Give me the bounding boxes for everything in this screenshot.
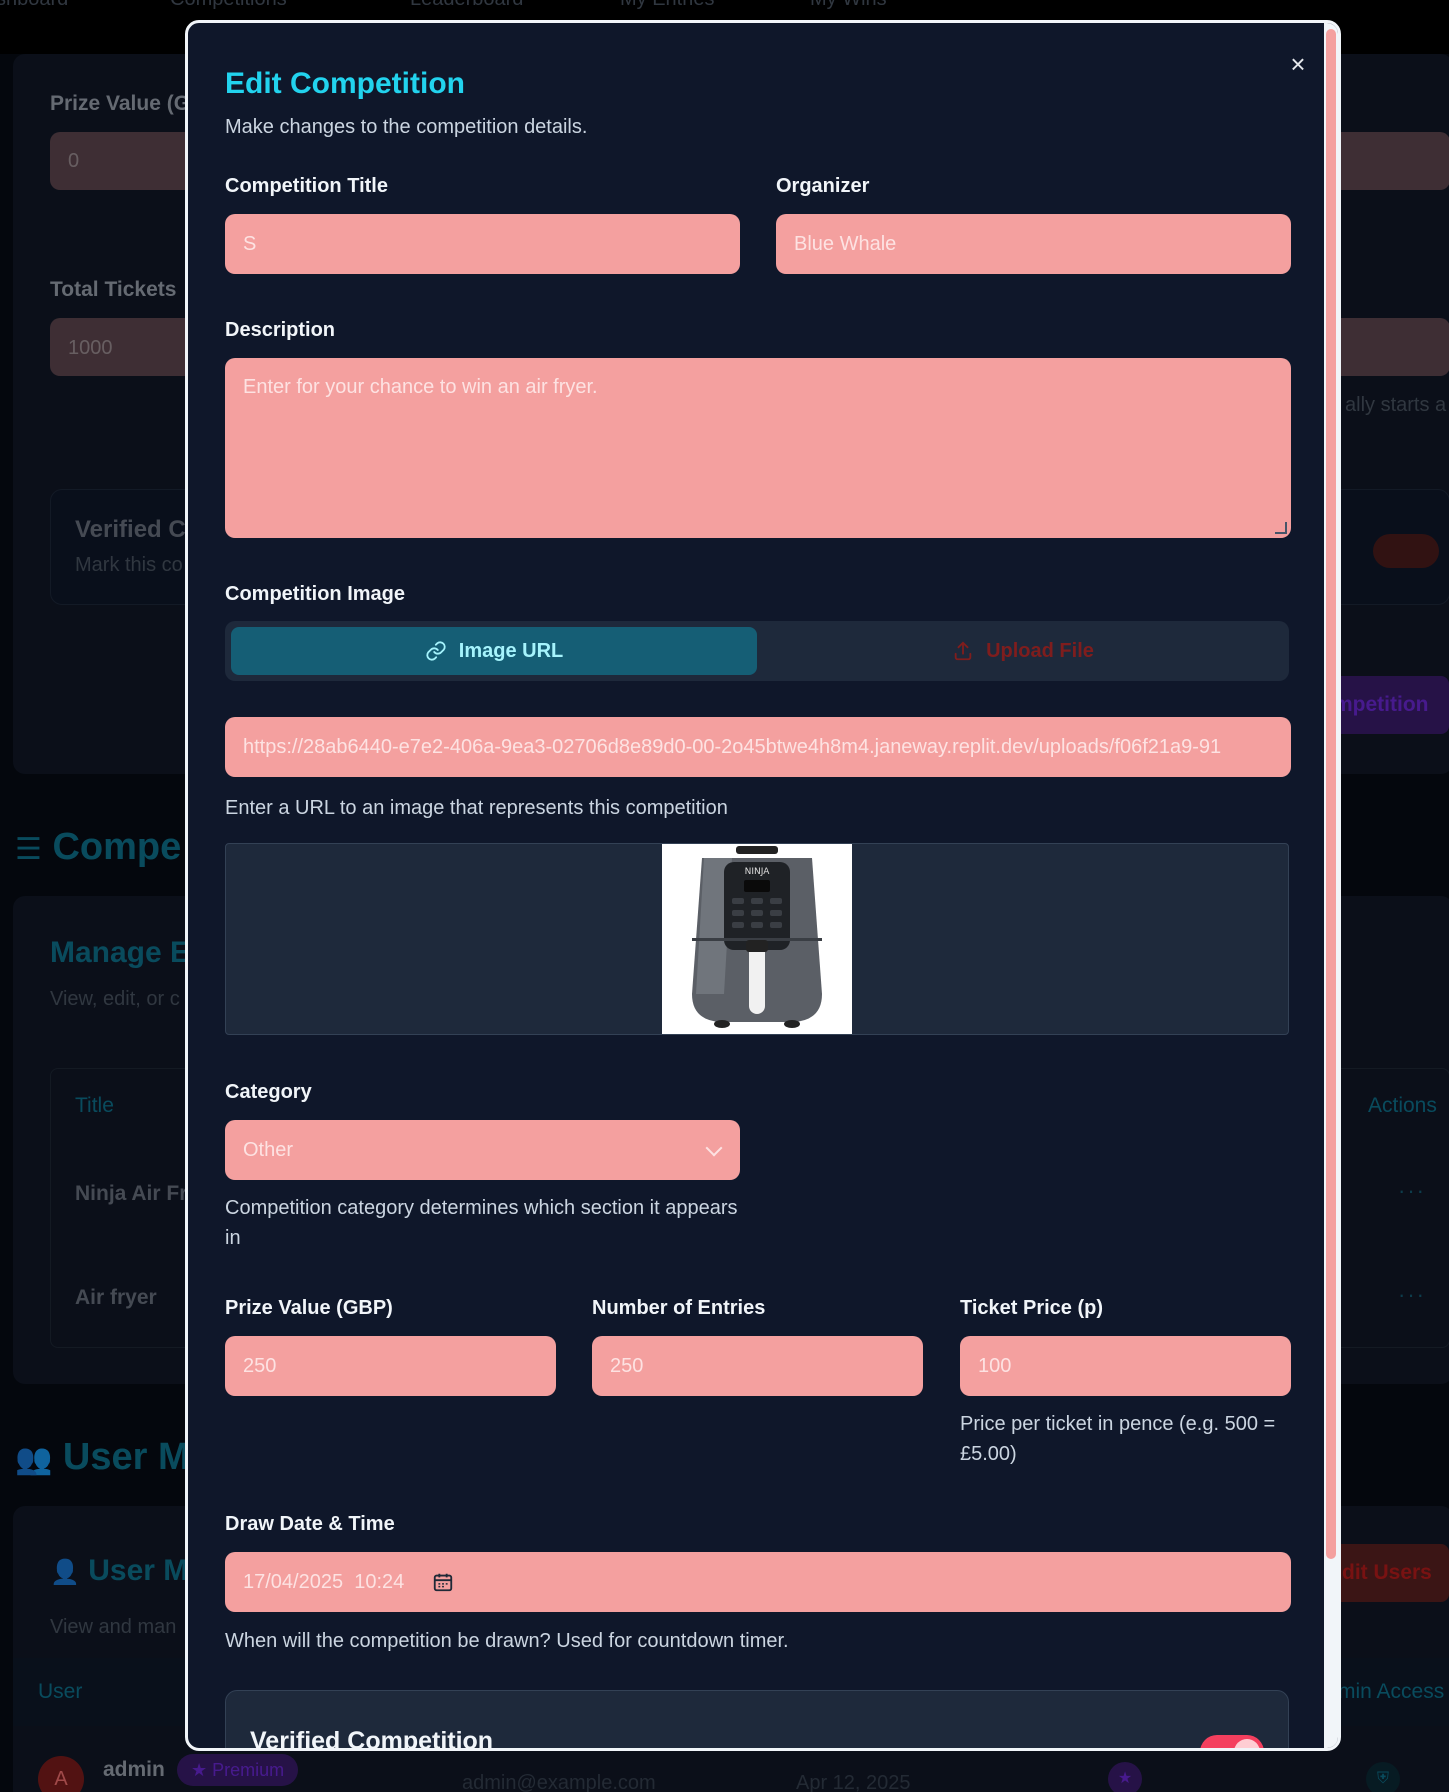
prize-value-input[interactable]: 250 — [225, 1336, 556, 1396]
verified-competition-title: Verified Competition — [250, 1727, 494, 1751]
prize-value-label: Prize Value (GBP) — [225, 1297, 393, 1319]
chevron-down-icon — [705, 1139, 723, 1157]
ninja-logo: NINJA — [745, 867, 771, 877]
scrollbar-thumb[interactable] — [1326, 29, 1336, 1559]
image-url-input[interactable]: https://28ab6440-e7e2-406a-9ea3-02706d8e… — [225, 717, 1291, 777]
description-textarea[interactable]: Enter for your chance to win an air frye… — [225, 358, 1291, 538]
competition-title-input[interactable]: S — [225, 214, 740, 274]
dialog-title: Edit Competition — [225, 67, 465, 100]
category-label: Category — [225, 1081, 312, 1103]
organizer-input[interactable]: Blue Whale — [776, 214, 1291, 274]
image-source-toggle: Image URL Upload File — [225, 621, 1289, 681]
close-icon[interactable]: × — [1283, 49, 1313, 79]
verified-competition-card: Verified Competition — [225, 1690, 1289, 1751]
organizer-label: Organizer — [776, 175, 870, 197]
description-label: Description — [225, 319, 336, 341]
ticket-price-input[interactable]: 100 — [960, 1336, 1291, 1396]
image-url-help: Enter a URL to an image that represents … — [225, 797, 728, 819]
dialog-description: Make changes to the competition details. — [225, 116, 588, 138]
draw-date-input[interactable]: 17/04/2025 10:24 — [225, 1552, 1291, 1612]
image-preview: NINJA — [225, 843, 1289, 1035]
ticket-price-help: Price per ticket in pence (e.g. 500 = £5… — [960, 1413, 1276, 1465]
category-help: Competition category determines which se… — [225, 1197, 738, 1249]
ticket-price-label: Ticket Price (p) — [960, 1297, 1104, 1319]
category-select[interactable]: Other — [225, 1120, 740, 1180]
verified-toggle[interactable] — [1200, 1735, 1264, 1748]
tab-upload-file[interactable]: Upload File — [763, 627, 1283, 675]
competition-image-label: Competition Image — [225, 583, 406, 605]
number-of-entries-input[interactable]: 250 — [592, 1336, 923, 1396]
tab-image-url[interactable]: Image URL — [231, 627, 757, 675]
description-text: Enter for your chance to win an air frye… — [243, 376, 598, 398]
tab-image-url-label: Image URL — [458, 639, 564, 662]
tab-upload-file-label: Upload File — [986, 639, 1094, 662]
resize-handle-icon[interactable] — [1275, 522, 1287, 534]
edit-competition-dialog: × Edit Competition Make changes to the c… — [185, 20, 1341, 1751]
air-fryer-image: NINJA — [662, 844, 852, 1034]
upload-icon — [954, 641, 972, 661]
number-of-entries-label: Number of Entries — [592, 1297, 766, 1319]
draw-date-label: Draw Date & Time — [225, 1513, 395, 1535]
dialog-scrollbar[interactable] — [1324, 23, 1338, 1748]
calendar-icon[interactable] — [432, 1571, 454, 1593]
draw-date-value: 17/04/2025 10:24 — [243, 1570, 405, 1593]
category-select-value: Other — [243, 1138, 294, 1161]
link-icon — [426, 641, 446, 661]
competition-title-label: Competition Title — [225, 175, 388, 197]
draw-date-help: When will the competition be drawn? Used… — [225, 1630, 789, 1652]
